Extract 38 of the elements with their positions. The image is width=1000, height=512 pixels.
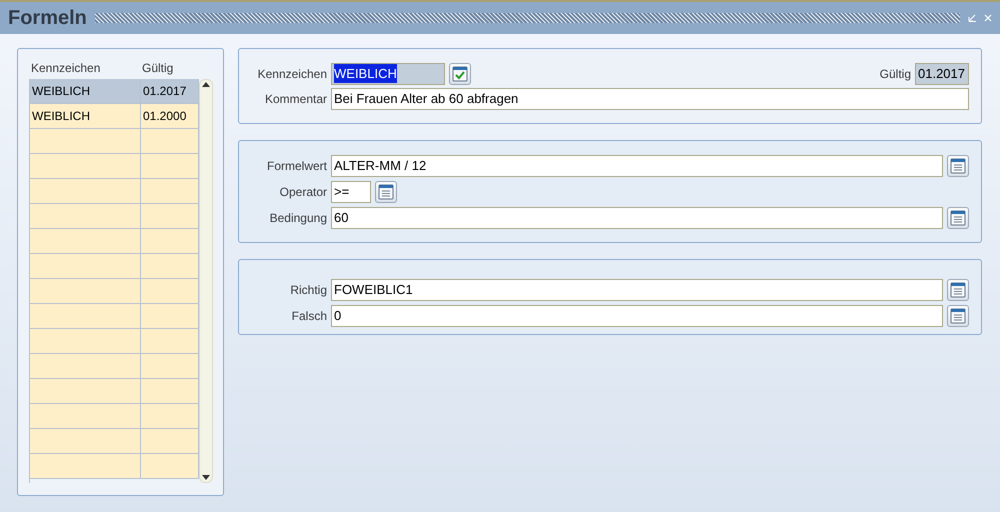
list-button[interactable] <box>375 180 397 202</box>
list-button[interactable] <box>947 305 969 327</box>
validate-button[interactable] <box>449 62 471 84</box>
table-cell: WEIBLICH <box>30 104 141 128</box>
list-icon <box>378 184 394 200</box>
list-button[interactable] <box>947 206 969 228</box>
list-row[interactable]: WEIBLICH 01.2017 <box>30 79 199 104</box>
list-icon <box>950 158 966 174</box>
field-label: Formelwert <box>266 158 328 174</box>
list-button[interactable] <box>947 279 969 301</box>
scroll-up-icon[interactable] <box>202 82 210 88</box>
text-field[interactable]: 60 <box>331 206 943 228</box>
text-field[interactable]: 0 <box>331 305 943 327</box>
field-label: Operator <box>278 184 328 200</box>
list-icon <box>950 282 966 298</box>
field-label: Richtig <box>289 282 328 299</box>
list-row[interactable]: WEIBLICH 01.2000 <box>30 104 199 129</box>
list-icon <box>950 210 966 226</box>
table-cell: WEIBLICH <box>30 79 141 103</box>
text-field[interactable]: 01.2017 <box>915 62 969 84</box>
field-label: Bedingung <box>268 210 328 226</box>
list-button[interactable] <box>947 154 969 176</box>
field-label: Kommentar <box>264 90 328 108</box>
text-field[interactable]: WEIBLICH <box>331 62 445 84</box>
column-header: Gültig <box>141 60 174 77</box>
field-label: Falsch <box>290 308 328 325</box>
column-header: Kennzeichen <box>30 60 102 77</box>
list-icon <box>950 308 966 324</box>
text-field[interactable]: ALTER-MM / 12 <box>331 154 943 176</box>
field-label: Gültig <box>880 66 912 82</box>
text-field[interactable]: FOWEIBLIC1 <box>331 279 943 301</box>
scrollbar[interactable] <box>199 79 213 483</box>
window-title: Formeln <box>8 6 87 31</box>
text-field[interactable]: Bei Frauen Alter ab 60 abfragen <box>331 88 969 110</box>
checkmark-icon <box>452 66 468 82</box>
scroll-down-icon[interactable] <box>202 474 210 480</box>
text-field[interactable]: >= <box>331 180 371 202</box>
field-label: Kennzeichen <box>256 66 328 82</box>
